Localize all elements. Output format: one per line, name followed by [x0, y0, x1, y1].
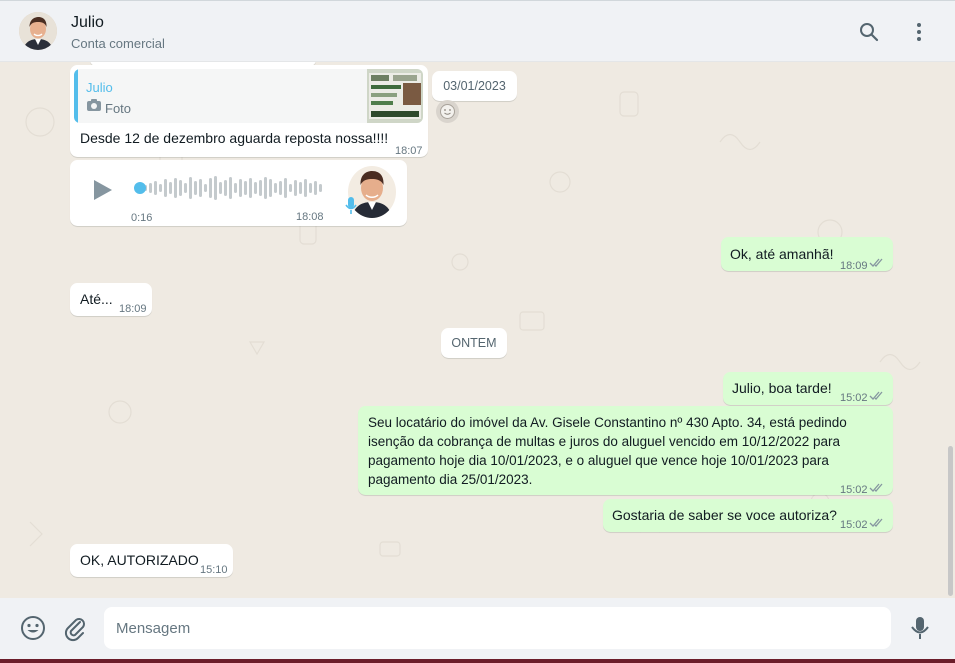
waveform-bar — [199, 179, 202, 197]
search-icon[interactable] — [857, 20, 881, 44]
quoted-message[interactable]: Julio Foto — [74, 69, 423, 123]
waveform-bar — [194, 181, 197, 195]
waveform-bar — [244, 181, 247, 195]
quote-photo-thumbnail — [367, 69, 423, 123]
message-text: Gostaria de saber se voce autoriza? — [612, 507, 837, 523]
chat-header: Julio Conta comercial — [0, 0, 955, 62]
read-ticks-icon — [869, 391, 883, 400]
message-time: 18:07 — [395, 145, 423, 157]
message-input[interactable] — [104, 607, 891, 649]
quote-media-type: Foto — [105, 101, 132, 116]
contact-subtitle: Conta comercial — [71, 36, 165, 51]
message-text: Desde 12 de dezembro aguarda reposta nos… — [80, 130, 389, 146]
waveform-bar — [204, 184, 207, 192]
voice-message-bubble[interactable]: 0:16 18:08 — [70, 160, 407, 226]
waveform-bar — [154, 181, 157, 195]
message-text-line: pagamento hoje dia 10/01/2023, e o alugu… — [368, 453, 829, 468]
message-composer — [0, 598, 955, 663]
waveform-bar — [219, 182, 222, 194]
waveform-bar — [259, 180, 262, 196]
waveform-bar — [164, 179, 167, 197]
chat-scrollbar[interactable] — [948, 446, 953, 596]
message-time: 18:09 — [119, 303, 147, 315]
message-text: Até... — [80, 291, 113, 307]
message-text-line: Seu locatário do imóvel da Av. Gisele Co… — [368, 415, 847, 430]
waveform-bar — [179, 180, 182, 196]
waveform-bar — [189, 177, 192, 199]
waveform-bar — [264, 177, 267, 199]
message-time: 18:08 — [296, 211, 324, 223]
camera-icon — [86, 98, 102, 112]
message-text: OK, AUTORIZADO — [80, 552, 199, 568]
waveform-bar — [254, 182, 257, 194]
waveform-bar — [309, 183, 312, 193]
read-ticks-icon — [869, 483, 883, 492]
waveform-bar — [314, 181, 317, 195]
message-time: 18:09 — [840, 260, 868, 272]
voice-waveform[interactable] — [134, 174, 324, 202]
date-chip: ONTEM — [441, 328, 507, 358]
message-text: Ok, até amanhã! — [730, 246, 834, 262]
outgoing-message-bubble[interactable]: Ok, até amanhã! 18:09 — [721, 237, 893, 272]
waveform-bar — [304, 179, 307, 197]
voice-duration: 0:16 — [131, 212, 153, 224]
message-time: 15:02 — [840, 519, 868, 531]
outgoing-message-bubble[interactable]: Julio, boa tarde! 15:02 — [723, 372, 893, 405]
waveform-bar — [299, 182, 302, 194]
waveform-bar — [159, 184, 162, 192]
message-time: 15:10 — [200, 564, 228, 576]
message-time: 15:02 — [840, 484, 868, 496]
waveform-bar — [279, 181, 282, 195]
incoming-message-bubble[interactable]: Até... 18:09 — [70, 283, 152, 316]
message-text-line: isenção da cobrança de multas e juros do… — [368, 434, 841, 449]
paperclip-icon[interactable] — [61, 614, 89, 642]
microphone-icon[interactable] — [906, 614, 934, 642]
waveform-bar — [284, 178, 287, 198]
kebab-menu-icon[interactable] — [907, 20, 931, 44]
waveform-bar — [249, 178, 252, 198]
contact-avatar[interactable] — [19, 12, 57, 50]
chat-area[interactable]: Julio Foto Desde 12 de dezembro aguarda … — [0, 62, 955, 598]
waveform-bar — [239, 179, 242, 197]
waveform-bar — [209, 178, 212, 198]
date-chip: 03/01/2023 — [432, 71, 517, 101]
waveform-bar — [274, 183, 277, 193]
quote-author: Julio — [86, 80, 113, 95]
waveform-bar — [184, 183, 187, 193]
voice-progress-handle — [134, 182, 146, 194]
quote-accent-bar — [74, 69, 78, 123]
reply-message-bubble[interactable]: Julio Foto Desde 12 de dezembro aguarda … — [70, 65, 428, 157]
waveform-bar — [149, 183, 152, 193]
waveform-bar — [229, 177, 232, 199]
read-ticks-icon — [869, 518, 883, 527]
waveform-bar — [294, 180, 297, 196]
message-text-line: pagamento dia 25/01/2023. — [368, 472, 533, 487]
emoji-icon[interactable] — [19, 614, 47, 642]
incoming-message-bubble[interactable]: OK, AUTORIZADO 15:10 — [70, 544, 233, 577]
microphone-icon — [344, 196, 358, 216]
read-ticks-icon — [869, 258, 883, 267]
waveform-bar — [319, 184, 322, 192]
waveform-bar — [169, 182, 172, 194]
waveform-bar — [174, 178, 177, 198]
waveform-bar — [224, 180, 227, 196]
outgoing-message-bubble[interactable]: Seu locatário do imóvel da Av. Gisele Co… — [358, 406, 893, 496]
waveform-bar — [269, 179, 272, 197]
waveform-bar — [214, 176, 217, 200]
play-icon[interactable] — [90, 178, 114, 202]
outgoing-message-bubble[interactable]: Gostaria de saber se voce autoriza? 15:0… — [603, 499, 893, 532]
reaction-emoji-icon[interactable] — [436, 100, 459, 123]
waveform-bar — [289, 184, 292, 192]
waveform-bar — [234, 183, 237, 193]
message-text: Julio, boa tarde! — [732, 380, 832, 396]
contact-name[interactable]: Julio — [71, 14, 104, 32]
